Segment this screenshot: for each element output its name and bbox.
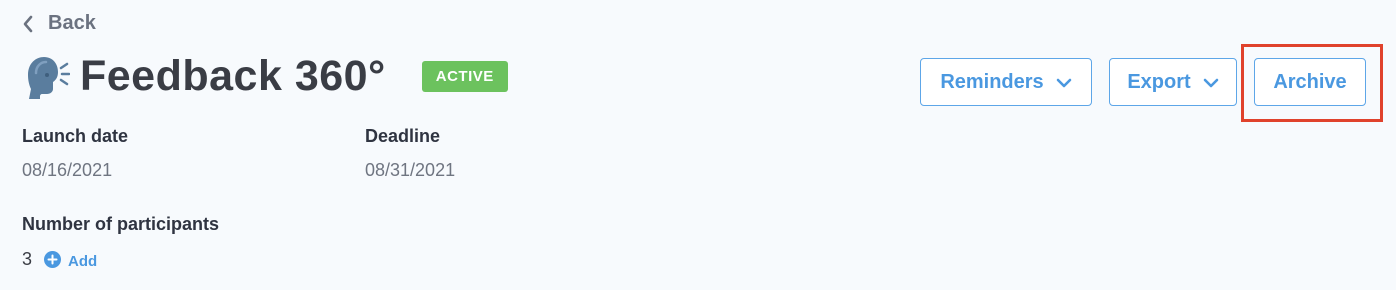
archive-label: Archive — [1273, 70, 1347, 93]
archive-button-wrapper: Archive — [1241, 44, 1383, 122]
back-link[interactable]: Back — [22, 12, 96, 35]
page-title: Feedback 360° — [80, 52, 386, 100]
chevron-down-icon — [1056, 71, 1072, 94]
reminders-button[interactable]: Reminders — [920, 58, 1092, 106]
speaking-head-icon — [22, 53, 71, 101]
chevron-left-icon — [22, 15, 34, 33]
archive-button[interactable]: Archive — [1254, 58, 1366, 106]
participants-label: Number of participants — [22, 214, 220, 234]
add-participant-link[interactable]: Add — [44, 246, 97, 272]
deadline-value: 08/31/2021 — [365, 160, 456, 180]
deadline-label: Deadline — [365, 126, 441, 146]
participants-row: 3 Add — [22, 246, 97, 272]
reminders-label: Reminders — [940, 70, 1044, 93]
back-label: Back — [48, 12, 96, 34]
action-toolbar: Reminders Export Archive — [920, 44, 1383, 122]
export-label: Export — [1127, 70, 1191, 93]
plus-circle-icon — [44, 251, 62, 272]
page-header: Feedback 360° ACTIVE — [22, 52, 508, 101]
status-badge: ACTIVE — [421, 61, 508, 92]
participants-count: 3 — [22, 248, 33, 269]
launch-date-value: 08/16/2021 — [22, 160, 113, 180]
chevron-down-icon — [1203, 71, 1219, 94]
launch-date-label: Launch date — [22, 126, 129, 146]
export-button[interactable]: Export — [1109, 58, 1237, 106]
add-label: Add — [68, 253, 98, 270]
